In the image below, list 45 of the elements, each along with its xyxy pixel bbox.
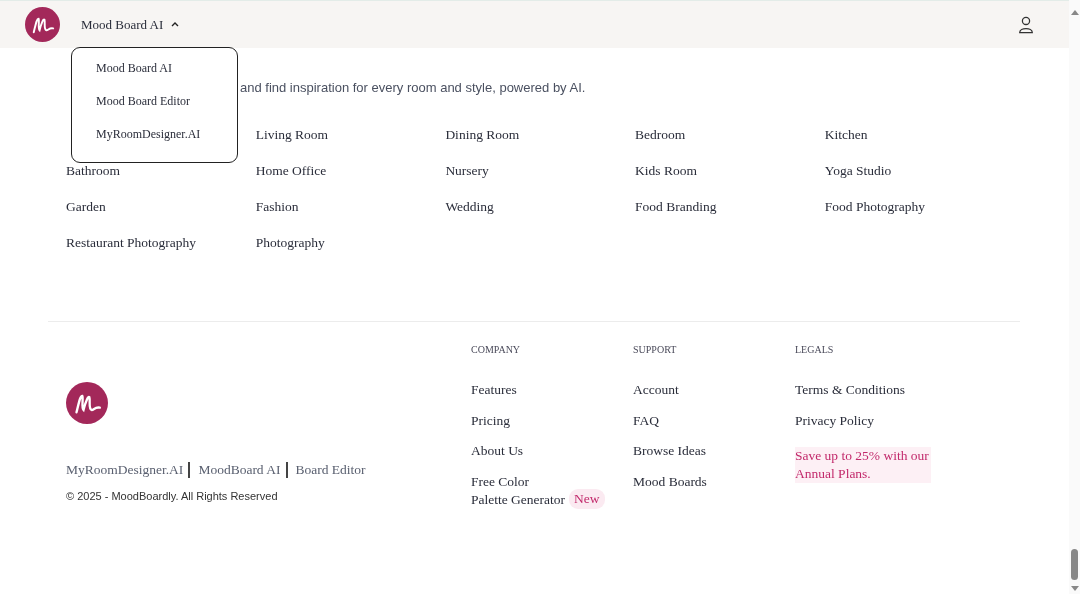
promo-link[interactable]: Save up to 25% with our Annual Plans.: [795, 446, 931, 483]
copyright-text: © 2025 - MoodBoardly. All Rights Reserved: [66, 490, 279, 502]
scrollbar[interactable]: [1069, 0, 1080, 594]
footer-link[interactable]: MyRoomDesigner.AI: [66, 462, 191, 478]
category-link[interactable]: Restaurant Photography: [66, 233, 256, 252]
footer-link[interactable]: MoodBoard AI: [198, 462, 288, 478]
category-link[interactable]: Yoga Studio: [824, 161, 1015, 180]
footer-link[interactable]: About Us: [471, 443, 524, 458]
subtitle: and find inspiration for every room and style, powered by AI.: [240, 80, 586, 97]
category-link[interactable]: Food Photography: [824, 197, 1015, 216]
menu-item[interactable]: MyRoomDesigner.AI: [96, 125, 237, 144]
footer-link[interactable]: Mood Boards: [633, 473, 707, 489]
category-link[interactable]: Kids Room: [635, 161, 825, 180]
category-link[interactable]: Wedding: [445, 197, 636, 216]
category-link[interactable]: Bathroom: [66, 161, 256, 180]
menu-item[interactable]: Mood Board Editor: [96, 92, 237, 111]
new-badge: New: [569, 488, 605, 509]
category-link[interactable]: Nursery: [445, 161, 636, 180]
footer-link[interactable]: Terms & Conditions: [795, 382, 906, 397]
category-link[interactable]: Home Office: [255, 161, 446, 180]
category-link[interactable]: Kitchen: [824, 125, 1015, 144]
category-link[interactable]: Photography: [255, 233, 446, 252]
category-link[interactable]: Dining Room: [445, 125, 636, 144]
product-menu-button[interactable]: Mood Board AI: [81, 16, 180, 33]
footer-link[interactable]: Browse Ideas: [633, 443, 707, 458]
column-heading: LEGALS: [795, 344, 835, 355]
category-link[interactable]: Living Room: [255, 125, 446, 144]
column-heading: SUPPORT: [633, 344, 678, 355]
footer-link[interactable]: Free Color Palette Generator: [471, 472, 569, 509]
category-link[interactable]: Bedroom: [635, 125, 825, 144]
logo-icon: [66, 382, 108, 424]
category-link[interactable]: Fashion: [255, 197, 446, 216]
footer-link[interactable]: FAQ: [633, 412, 659, 428]
caret-icon: [171, 22, 180, 27]
footer-link[interactable]: Pricing: [471, 412, 510, 428]
category-link[interactable]: Garden: [66, 197, 256, 216]
category-link[interactable]: Food Branding: [635, 197, 825, 216]
footer-link[interactable]: Board Editor: [295, 462, 366, 478]
logo-icon[interactable]: [25, 7, 60, 42]
footer-link[interactable]: Privacy Policy: [795, 412, 875, 428]
user-icon[interactable]: [1017, 15, 1035, 34]
footer-link[interactable]: Account: [633, 382, 679, 397]
column-heading: COMPANY: [471, 344, 522, 355]
menu-item[interactable]: Mood Board AI: [96, 59, 237, 78]
footer-link[interactable]: Features: [471, 382, 517, 397]
